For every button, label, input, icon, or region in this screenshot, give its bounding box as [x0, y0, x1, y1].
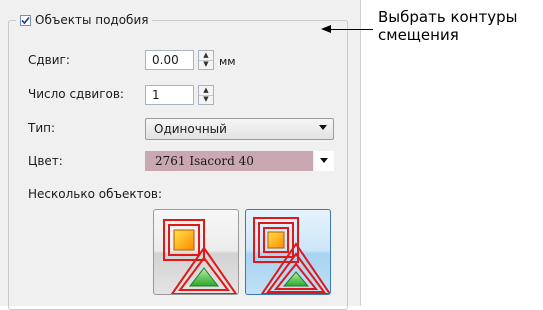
offset-label: Сдвиг: [28, 53, 70, 67]
offset-count-spinner[interactable]: ▲ ▼ [198, 85, 214, 105]
color-dropdown-button[interactable] [314, 151, 334, 171]
single-offset-tile[interactable] [153, 209, 239, 295]
callout-text: Выбрать контуры смещения [378, 8, 517, 44]
chevron-down-icon [319, 125, 327, 130]
color-swatch-field[interactable]: 2761 Isacord 40 [145, 151, 313, 171]
similar-objects-toggle[interactable]: Объекты подобия [16, 10, 153, 30]
offset-count-input[interactable]: 1 [145, 85, 194, 105]
spin-up-icon[interactable]: ▲ [199, 86, 213, 96]
chevron-down-icon [320, 158, 328, 163]
arrow-left-icon [321, 25, 331, 33]
offset-unit: мм [219, 55, 236, 68]
callout-line-1: Выбрать контуры [378, 8, 518, 26]
similar-objects-panel: Объекты подобия Сдвиг: 0.00 ▲ ▼ мм Число… [0, 0, 361, 310]
callout-line [325, 29, 373, 30]
offset-outline-icon [163, 219, 238, 294]
offset-input[interactable]: 0.00 [145, 50, 194, 70]
callout-line-2: смещения [378, 26, 459, 44]
group-title-label: Объекты подобия [35, 13, 149, 27]
multiple-objects-label: Несколько объектов: [28, 187, 163, 201]
similar-objects-checkbox[interactable] [20, 14, 31, 26]
spin-down-icon[interactable]: ▼ [199, 61, 213, 70]
type-select-value: Одиночный [154, 122, 227, 136]
color-label: Цвет: [28, 154, 63, 168]
offset-outline-icon [253, 217, 330, 294]
checkmark-icon [21, 16, 30, 24]
offset-spinner[interactable]: ▲ ▼ [198, 50, 214, 70]
offset-count-label: Число сдвигов: [28, 87, 124, 101]
spin-down-icon[interactable]: ▼ [199, 96, 213, 105]
spin-up-icon[interactable]: ▲ [199, 51, 213, 61]
color-value: 2761 Isacord 40 [155, 154, 254, 168]
type-select[interactable]: Одиночный [145, 118, 334, 140]
type-label: Тип: [28, 121, 56, 135]
multiple-offset-tile[interactable] [245, 209, 331, 295]
